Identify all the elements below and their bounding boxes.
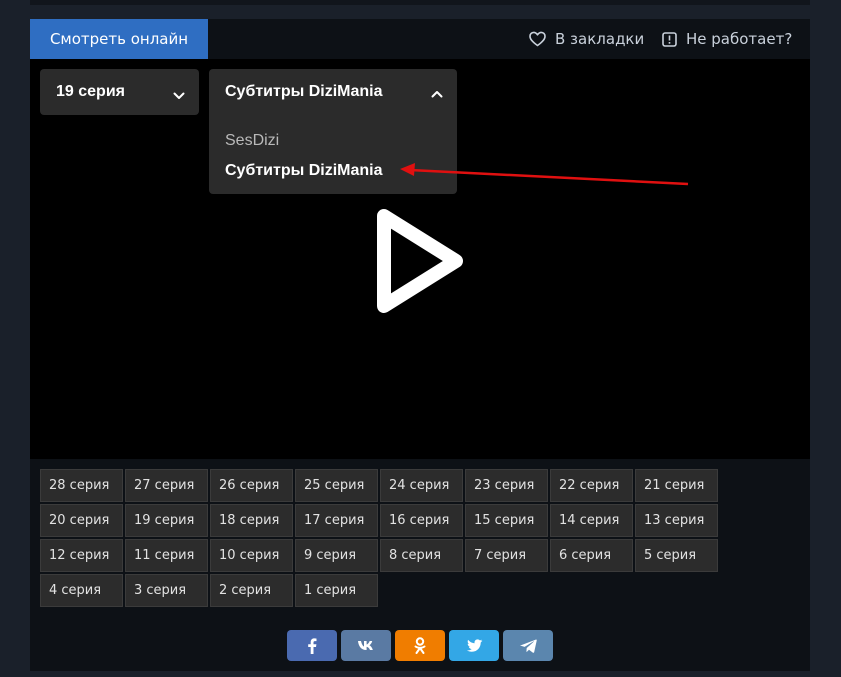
tab-watch-online[interactable]: Смотреть онлайн [30,19,208,59]
episode-button[interactable]: 5 серия [635,539,718,572]
episode-button[interactable]: 16 серия [380,504,463,537]
translation-option-sesdizi[interactable]: SesDizi [225,132,279,150]
episode-button[interactable]: 3 серия [125,574,208,607]
play-button[interactable] [376,206,466,320]
bookmark-button[interactable]: В закладки [529,19,644,59]
twitter-share-button[interactable] [449,630,499,661]
episode-button[interactable]: 13 серия [635,504,718,537]
episode-button[interactable]: 12 серия [40,539,123,572]
top-strip [30,0,810,5]
episode-button[interactable]: 28 серия [40,469,123,502]
facebook-icon [307,637,317,654]
player-header: Смотреть онлайн В закладки Не работает? [30,19,810,59]
translation-select[interactable]: Субтитры DiziMania SesDizi Субтитры Dizi… [209,69,457,194]
episode-button[interactable]: 7 серия [465,539,548,572]
episode-button[interactable]: 8 серия [380,539,463,572]
episode-button[interactable]: 19 серия [125,504,208,537]
video-player[interactable]: 19 серия Субтитры DiziMania SesDizi Субт… [30,59,810,459]
episode-button[interactable]: 4 серия [40,574,123,607]
odnoklassniki-share-button[interactable] [395,630,445,661]
episode-button[interactable]: 10 серия [210,539,293,572]
episode-select[interactable]: 19 серия [40,69,199,115]
episode-button[interactable]: 1 серия [295,574,378,607]
report-button[interactable]: Не работает? [662,19,792,59]
telegram-share-button[interactable] [503,630,553,661]
heart-icon [529,31,546,47]
episode-button[interactable]: 21 серия [635,469,718,502]
translation-select-value: Субтитры DiziMania [225,83,383,100]
episode-button[interactable]: 26 серия [210,469,293,502]
odnoklassniki-icon [414,636,426,655]
exclamation-box-icon [662,31,677,47]
chevron-up-icon [431,85,443,103]
episode-select-value: 19 серия [56,83,125,100]
facebook-share-button[interactable] [287,630,337,661]
episode-button[interactable]: 22 серия [550,469,633,502]
episode-button[interactable]: 17 серия [295,504,378,537]
episode-button[interactable]: 24 серия [380,469,463,502]
episode-button[interactable]: 25 серия [295,469,378,502]
episode-button[interactable]: 27 серия [125,469,208,502]
telegram-icon [519,639,537,653]
episode-button[interactable]: 14 серия [550,504,633,537]
vk-icon [357,640,375,651]
episode-button[interactable]: 20 серия [40,504,123,537]
translation-option-dizimania[interactable]: Субтитры DiziMania [225,162,383,180]
bookmark-label: В закладки [555,30,645,48]
episode-button[interactable]: 15 серия [465,504,548,537]
vk-share-button[interactable] [341,630,391,661]
episode-button[interactable]: 2 серия [210,574,293,607]
episode-button[interactable]: 23 серия [465,469,548,502]
episode-button[interactable]: 11 серия [125,539,208,572]
episode-button[interactable]: 6 серия [550,539,633,572]
report-label: Не работает? [686,30,793,48]
episode-button[interactable]: 18 серия [210,504,293,537]
chevron-down-icon [173,87,185,105]
player-panel: Смотреть онлайн В закладки Не работает? [30,19,810,671]
twitter-icon [466,638,483,653]
episode-button[interactable]: 9 серия [295,539,378,572]
